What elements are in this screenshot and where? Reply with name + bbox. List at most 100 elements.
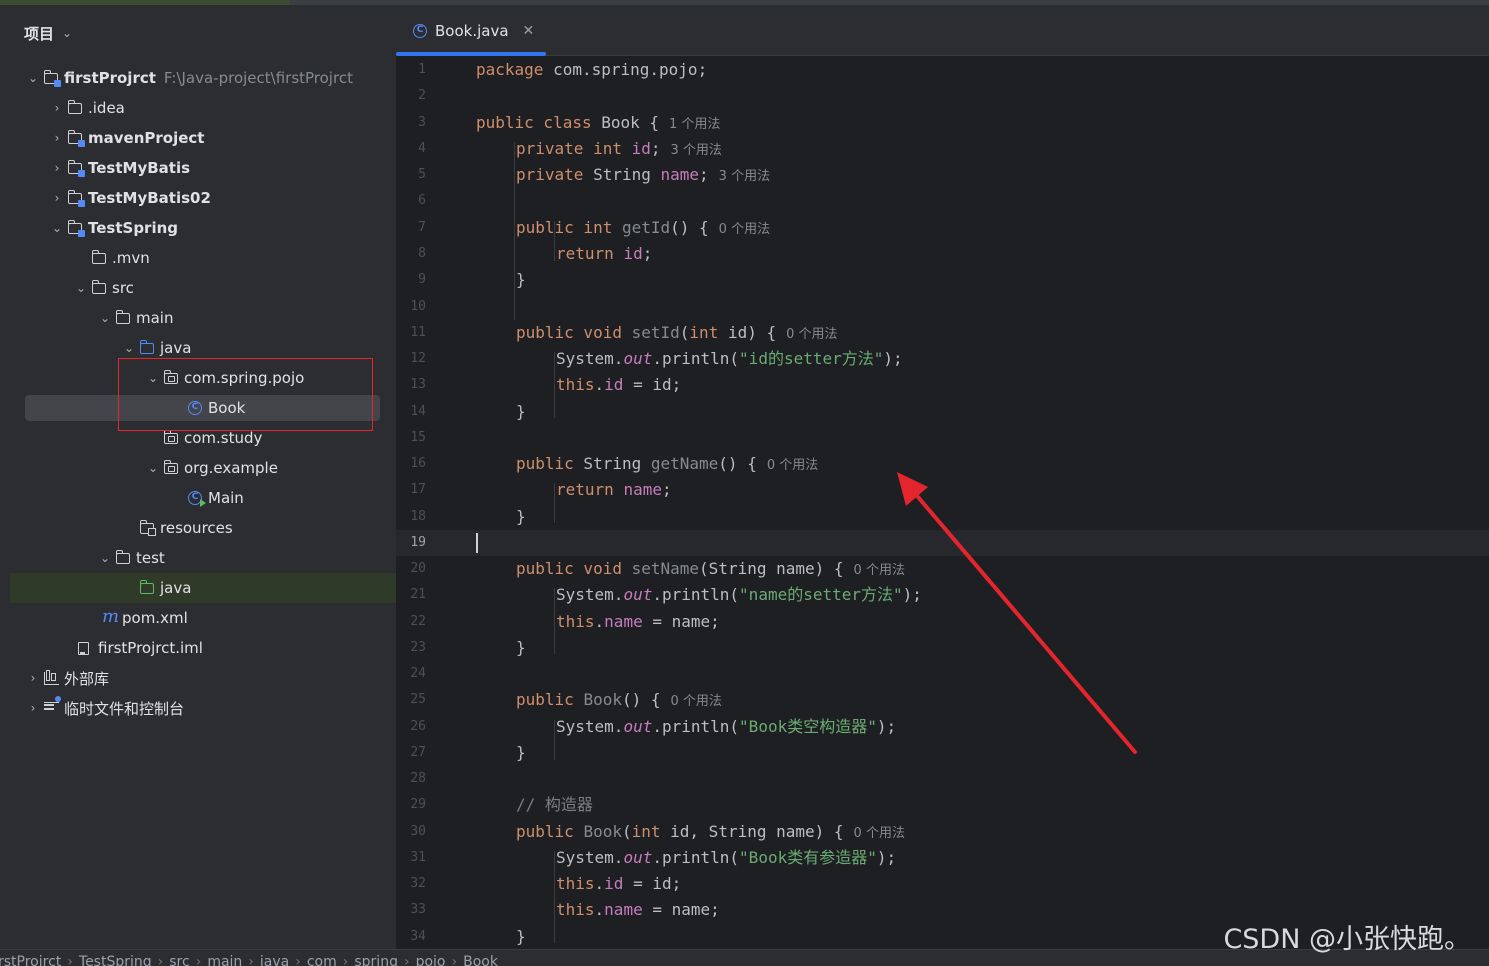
close-icon[interactable]: ✕: [523, 23, 535, 39]
code-content: }: [516, 638, 526, 657]
usage-hint[interactable]: 1 个用法: [669, 117, 720, 132]
tab-label: Book.java: [435, 21, 509, 40]
chevron-right-icon[interactable]: ›: [50, 191, 64, 205]
chevron-down-icon[interactable]: ⌄: [122, 341, 136, 355]
tree-item-firstprojrct[interactable]: ⌄ firstProjrct F:\Java-project\firstProj…: [10, 63, 396, 93]
usage-hint[interactable]: 0 个用法: [767, 458, 818, 473]
code-line: 8 return id;: [396, 241, 1489, 267]
module-folder-icon: [43, 70, 61, 87]
breadcrumb-item[interactable]: java: [260, 954, 289, 966]
tree-item-test-java[interactable]: java: [10, 573, 396, 603]
usage-hint[interactable]: 3 个用法: [719, 169, 770, 184]
code-line: 31 System.out.println("Book类有参造器");: [396, 845, 1489, 871]
watermark: CSDN @小张快跑。: [1223, 924, 1471, 955]
project-panel-header[interactable]: 项目 ⌄: [24, 23, 72, 43]
code-content: public Book(int id, String name) {0 个用法: [516, 822, 905, 841]
usage-hint[interactable]: 0 个用法: [671, 694, 722, 709]
chevron-down-icon[interactable]: ⌄: [50, 221, 64, 235]
tree-item-resources[interactable]: resources: [10, 513, 396, 543]
usage-hint[interactable]: 0 个用法: [786, 327, 837, 342]
code-content: }: [516, 270, 526, 289]
breadcrumb-item[interactable]: TestSpring: [79, 954, 152, 966]
code-editor[interactable]: 1 package com.spring.pojo; 2 3 public clas…: [396, 56, 1489, 949]
tree-item-label: 外部库: [64, 669, 110, 688]
breadcrumb-item[interactable]: Book: [463, 954, 498, 966]
module-folder-icon: [67, 160, 85, 177]
chevron-right-icon[interactable]: ›: [26, 671, 40, 685]
line-number: 4: [418, 141, 426, 156]
tree-item-label: org.example: [184, 459, 278, 477]
chevron-down-icon[interactable]: ⌄: [146, 461, 160, 475]
code-line: 14}: [396, 399, 1489, 425]
tree-item-scratches[interactable]: › 临时文件和控制台: [10, 693, 396, 723]
tab-book-java[interactable]: C Book.java ✕: [396, 5, 546, 56]
code-content: System.out.println("id的setter方法");: [556, 349, 903, 368]
line-number: 29: [410, 797, 426, 812]
breadcrumb-item[interactable]: rstProjrct: [0, 954, 61, 966]
code-line: 4 private int id; 3 个用法: [396, 136, 1489, 162]
usage-hint[interactable]: 0 个用法: [854, 563, 905, 578]
code-content: public class Book {1 个用法: [476, 113, 721, 132]
code-content: public void setName(String name) {0 个用法: [516, 559, 905, 578]
line-number: 10: [410, 299, 426, 314]
tree-item-label: .mvn: [112, 249, 150, 267]
code-line: 29 // 构造器: [396, 792, 1489, 818]
tree-item-test[interactable]: ⌄ test: [10, 543, 396, 573]
tree-item-external-libraries[interactable]: › 外部库: [10, 663, 396, 693]
tree-item-label: java: [160, 339, 192, 357]
code-content: package com.spring.pojo;: [476, 60, 708, 79]
code-line: 2: [396, 83, 1489, 109]
tree-item-iml[interactable]: firstProjrct.iml: [10, 633, 396, 663]
breadcrumb-item[interactable]: spring: [354, 954, 398, 966]
line-number: 27: [410, 745, 426, 760]
code-line: 28: [396, 766, 1489, 792]
tree-item-pom-xml[interactable]: m pom.xml: [10, 603, 396, 633]
code-line: 13 this.id = id;: [396, 372, 1489, 398]
usage-hint[interactable]: 0 个用法: [854, 826, 905, 841]
tree-item-label: TestSpring: [88, 219, 179, 237]
chevron-down-icon[interactable]: ⌄: [74, 281, 88, 295]
breadcrumb-item[interactable]: src: [169, 954, 189, 966]
chevron-right-icon[interactable]: ›: [50, 161, 64, 175]
code-content: private int id; 3 个用法: [516, 139, 722, 158]
code-line: 9}: [396, 267, 1489, 293]
code-content: public int getId() {0 个用法: [516, 218, 771, 237]
breadcrumb-item[interactable]: pojo: [416, 954, 446, 966]
folder-icon: [91, 250, 108, 266]
line-number: 1: [418, 62, 426, 77]
module-folder-icon: [67, 220, 85, 237]
left-tool-gutter: [0, 5, 10, 949]
line-number: 22: [410, 614, 426, 629]
usage-hint[interactable]: 0 个用法: [719, 222, 770, 237]
tree-item-src[interactable]: ⌄ src: [10, 273, 396, 303]
code-content: System.out.println("Book类空构造器");: [556, 717, 897, 736]
chevron-down-icon[interactable]: ⌄: [98, 311, 112, 325]
usage-hint[interactable]: 3 个用法: [671, 143, 722, 158]
tree-item-org-example[interactable]: ⌄ org.example: [10, 453, 396, 483]
tree-item-testmybatis02[interactable]: › TestMyBatis02: [10, 183, 396, 213]
tree-item-main[interactable]: ⌄ main: [10, 303, 396, 333]
line-number: 32: [410, 876, 426, 891]
code-content: this.id = id;: [556, 375, 682, 394]
tree-item-main-class[interactable]: C Main: [10, 483, 396, 513]
chevron-down-icon[interactable]: ⌄: [98, 551, 112, 565]
breadcrumb-item[interactable]: com: [307, 954, 337, 966]
chevron-down-icon[interactable]: ⌄: [26, 71, 40, 85]
tree-item-testmybatis[interactable]: › TestMyBatis: [10, 153, 396, 183]
chevron-down-icon[interactable]: ⌄: [62, 26, 72, 40]
tree-item-label: pom.xml: [122, 609, 188, 627]
line-number: 11: [410, 325, 426, 340]
chevron-right-icon[interactable]: ›: [50, 131, 64, 145]
line-number: 18: [410, 509, 426, 524]
tree-item-idea[interactable]: › .idea: [10, 93, 396, 123]
code-content: }: [516, 507, 526, 526]
runnable-class-icon: C: [188, 490, 204, 506]
breadcrumb-item[interactable]: main: [207, 954, 242, 966]
tree-item-testspring[interactable]: ⌄ TestSpring: [10, 213, 396, 243]
tree-item-mvn[interactable]: .mvn: [10, 243, 396, 273]
chevron-right-icon[interactable]: ›: [26, 701, 40, 715]
line-number: 31: [410, 850, 426, 865]
tree-item-mavenproject[interactable]: › mavenProject: [10, 123, 396, 153]
chevron-right-icon[interactable]: ›: [50, 101, 64, 115]
tree-item-label: resources: [160, 519, 233, 537]
